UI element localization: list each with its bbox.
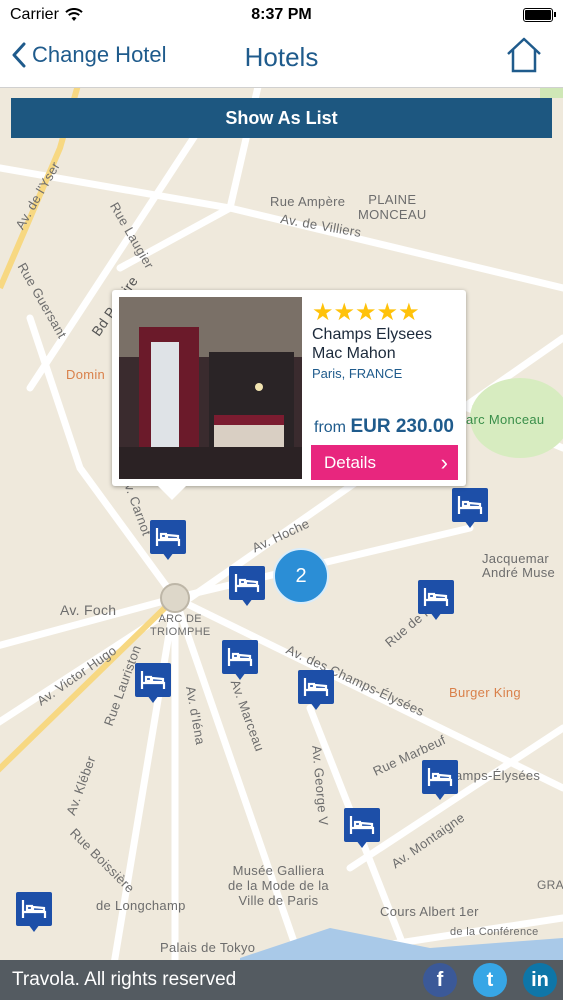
facebook-icon[interactable]: f bbox=[423, 963, 457, 997]
map-label-burger-king: Burger King bbox=[449, 685, 521, 700]
hotel-pin[interactable] bbox=[135, 663, 171, 703]
map-label-rue-ampere: Rue Ampère bbox=[270, 194, 346, 209]
nav-bar: Change Hotel Hotels bbox=[0, 30, 563, 88]
star-rating: ★★★★★ bbox=[312, 299, 420, 326]
map-label-palais-tokyo: Palais de Tokyo bbox=[160, 940, 256, 955]
bed-icon bbox=[227, 648, 253, 666]
status-bar: Carrier 8:37 PM bbox=[0, 0, 563, 30]
price-value: EUR 230.00 bbox=[350, 416, 454, 437]
details-button[interactable]: Details › bbox=[311, 445, 458, 480]
hotel-pin[interactable] bbox=[298, 670, 334, 710]
map-view[interactable]: PLAINE MONCEAU Rue Ampère Av. de Villier… bbox=[0, 88, 563, 960]
details-button-label: Details bbox=[324, 453, 376, 472]
footer-text: Travola. All rights reserved bbox=[12, 969, 237, 990]
hotel-pin[interactable] bbox=[418, 580, 454, 620]
hotel-name: Champs Elysees Mac Mahon bbox=[312, 326, 433, 362]
bed-icon bbox=[423, 588, 449, 606]
map-label-parc-monceau: arc Monceau bbox=[466, 412, 545, 427]
map-label-cours-albert: Cours Albert 1er bbox=[380, 904, 479, 919]
price-prefix: from bbox=[314, 419, 346, 436]
status-time: 8:37 PM bbox=[251, 6, 312, 23]
map-label-longchamp: de Longchamp bbox=[96, 898, 186, 913]
bed-icon bbox=[349, 816, 375, 834]
map-label-musee-galliera: Musée Galliera de la Mode de la Ville de… bbox=[228, 863, 329, 908]
hotel-pin[interactable] bbox=[344, 808, 380, 848]
wifi-icon bbox=[65, 8, 83, 21]
map-label-jacquemart: Jacquemar André Muse bbox=[482, 551, 556, 580]
hotel-pin[interactable] bbox=[229, 566, 265, 606]
hotel-photo[interactable] bbox=[119, 297, 302, 479]
map-label-av-foch: Av. Foch bbox=[60, 602, 117, 618]
hotel-cluster-marker[interactable]: 2 bbox=[273, 548, 329, 604]
hotel-location: Paris, FRANCE bbox=[312, 366, 403, 381]
hotel-pin[interactable] bbox=[222, 640, 258, 680]
twitter-icon[interactable]: t bbox=[473, 963, 507, 997]
chevron-right-icon: › bbox=[440, 450, 448, 475]
bed-icon bbox=[457, 496, 483, 514]
carrier-label: Carrier bbox=[10, 6, 59, 23]
hotel-pin[interactable] bbox=[422, 760, 458, 800]
show-as-list-button[interactable]: Show As List bbox=[11, 98, 552, 138]
map-label-domin: Domin bbox=[66, 367, 106, 382]
hotel-price: from EUR 230.00 bbox=[314, 416, 454, 438]
home-icon[interactable] bbox=[505, 36, 543, 74]
bed-icon bbox=[140, 671, 166, 689]
hotel-pin[interactable] bbox=[150, 520, 186, 560]
bed-icon bbox=[234, 574, 260, 592]
status-left: Carrier bbox=[10, 6, 83, 24]
bed-icon bbox=[303, 678, 329, 696]
bed-icon bbox=[21, 900, 47, 918]
hotel-pin[interactable] bbox=[452, 488, 488, 528]
map-label-arc: ARC DE TRIOMPHE bbox=[150, 613, 211, 638]
battery-icon bbox=[523, 8, 556, 22]
map-label-plaine-monceau: PLAINE MONCEAU bbox=[358, 192, 427, 222]
hotel-callout[interactable]: ★★★★★ Champs Elysees Mac Mahon Paris, FR… bbox=[112, 290, 466, 500]
bed-icon bbox=[155, 528, 181, 546]
page-title: Hotels bbox=[244, 42, 319, 72]
hotel-pin[interactable] bbox=[16, 892, 52, 932]
map-label-conference: de la Conférence bbox=[450, 926, 539, 938]
bed-icon bbox=[427, 768, 453, 786]
linkedin-icon[interactable]: in bbox=[523, 963, 557, 997]
map-label-champs-elysees-station: amps-Élysées bbox=[455, 768, 541, 783]
map-label-gra: GRA bbox=[537, 878, 563, 892]
